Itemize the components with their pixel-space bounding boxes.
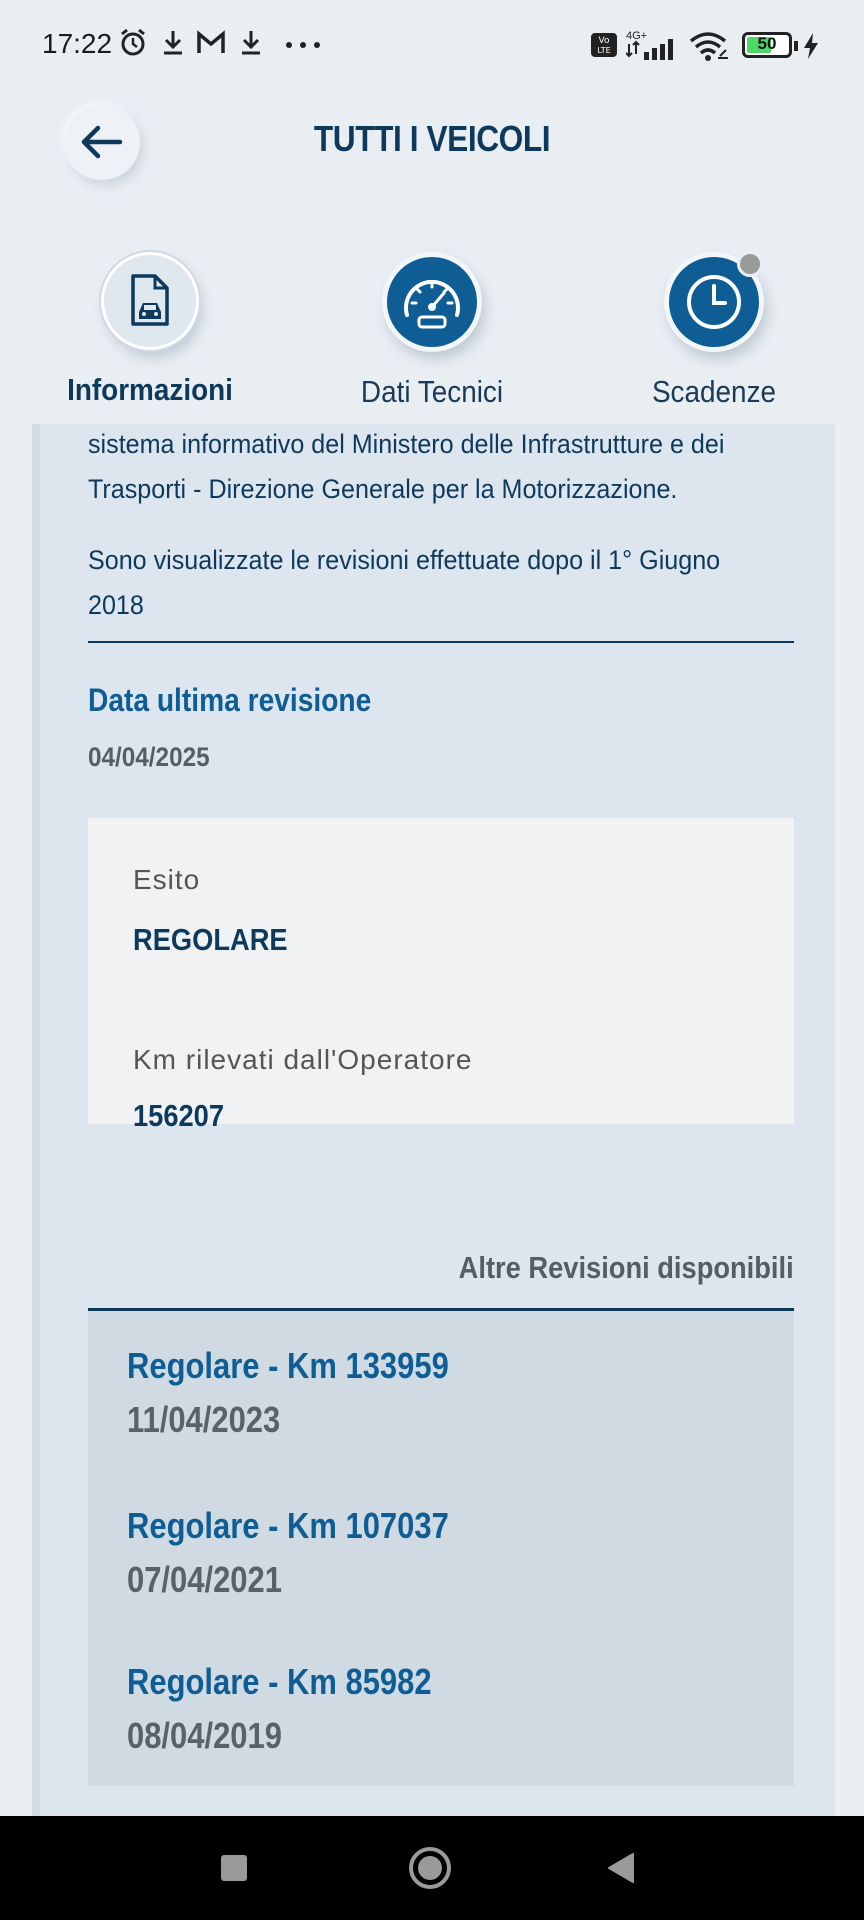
revision-date: 07/04/2021 xyxy=(127,1559,282,1600)
revision-date: 11/04/2023 xyxy=(127,1399,281,1440)
intro-paragraph: sistema informativo del Ministero delle … xyxy=(88,424,794,512)
note-line: Sono visualizzate le revisioni effettuat… xyxy=(88,545,721,575)
wifi-icon xyxy=(689,32,728,61)
content-card[interactable]: sistema informativo del Ministero delle … xyxy=(32,424,835,1816)
charging-icon xyxy=(804,33,818,59)
tab-dati-tecnici[interactable]: Dati Tecnici xyxy=(312,252,552,410)
intro-line: Trasporti - Direzione Generale per la Mo… xyxy=(88,474,678,504)
status-bar: 17:22 Vo LTE 4G+ 50 xyxy=(0,0,864,92)
tab-scadenze[interactable]: Scadenze xyxy=(594,251,834,410)
revision-result-box: Esito REGOLARE Km rilevati dall'Operator… xyxy=(88,818,794,1133)
tab-icon-circle xyxy=(101,252,199,350)
status-time: 17:22 xyxy=(42,28,113,59)
notification-dot xyxy=(737,251,763,277)
other-revisions-label: Altre Revisioni disponibili xyxy=(459,1250,794,1285)
revision-title: Regolare - Km 85982 xyxy=(127,1661,432,1702)
tab-icon-circle xyxy=(382,252,482,352)
note-line: 2018 xyxy=(88,590,144,620)
last-revision-date-wrap: 04/04/2025 xyxy=(88,742,794,773)
intro-line: sistema informativo del Ministero delle … xyxy=(88,429,725,459)
system-navigation-bar xyxy=(0,1816,864,1920)
svg-text:LTE: LTE xyxy=(597,46,610,55)
signal-icon xyxy=(626,39,673,60)
list-item[interactable]: Regolare - Km 107037 07/04/2021 xyxy=(127,1505,501,1601)
esito-label: Esito xyxy=(133,864,201,895)
last-revision-title: Data ultima revisione xyxy=(88,682,372,718)
more-dots-icon xyxy=(286,42,320,48)
revision-date: 08/04/2019 xyxy=(127,1715,282,1756)
last-revision-date: 04/04/2025 xyxy=(88,742,210,772)
revision-title: Regolare - Km 107037 xyxy=(127,1505,449,1546)
last-revision-section: Data ultima revisione xyxy=(88,682,794,719)
app-header: TUTTI I VEICOLI xyxy=(0,92,864,242)
gmail-icon xyxy=(197,30,225,53)
note-paragraph: Sono visualizzate le revisioni effettuat… xyxy=(88,538,794,628)
tab-label: Informazioni xyxy=(67,372,233,407)
battery-icon: 50 xyxy=(742,32,798,58)
clock-icon xyxy=(687,275,741,329)
alarm-icon xyxy=(121,28,145,56)
recent-apps-icon[interactable] xyxy=(220,1854,248,1882)
download-icon xyxy=(164,31,182,55)
tab-label: Dati Tecnici xyxy=(360,374,504,409)
page-title: TUTTI I VEICOLI xyxy=(313,118,551,159)
esito-value: REGOLARE xyxy=(133,922,288,957)
revision-title: Regolare - Km 133959 xyxy=(127,1345,449,1386)
volte-icon: Vo LTE xyxy=(591,33,617,57)
divider xyxy=(88,641,794,643)
tab-informazioni[interactable]: Informazioni xyxy=(30,252,270,408)
speedometer-icon xyxy=(404,279,460,329)
list-item[interactable]: Regolare - Km 133959 11/04/2023 xyxy=(127,1345,501,1441)
list-item[interactable]: Regolare - Km 85982 08/04/2019 xyxy=(127,1661,481,1757)
other-revisions-list: Regolare - Km 133959 11/04/2023 Regolare… xyxy=(88,1308,794,1786)
battery-level: 50 xyxy=(757,34,777,53)
km-label: Km rilevati dall'Operatore xyxy=(133,1044,473,1075)
svg-text:Vo: Vo xyxy=(599,36,610,46)
km-value: 156207 xyxy=(133,1098,225,1133)
document-car-icon xyxy=(131,274,169,326)
download-icon xyxy=(242,31,260,55)
home-icon[interactable] xyxy=(408,1846,452,1890)
tab-label: Scadenze xyxy=(651,374,777,409)
tab-icon-circle xyxy=(664,251,764,352)
back-nav-icon[interactable] xyxy=(606,1852,636,1884)
